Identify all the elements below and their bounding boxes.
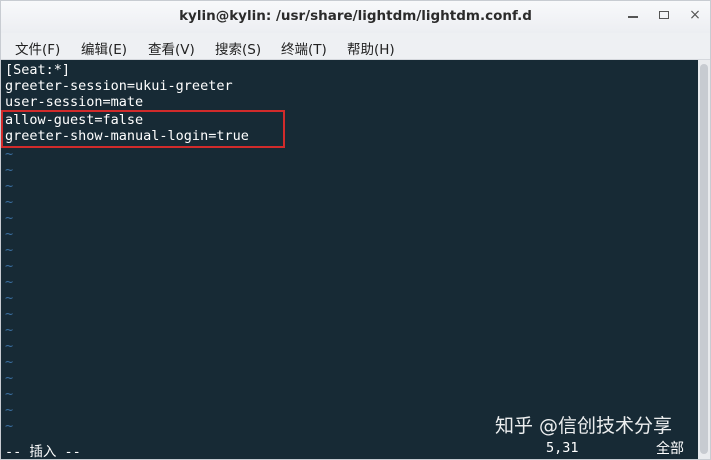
- scrollbar-thumb[interactable]: [700, 64, 708, 454]
- empty-line-tilde: ~: [5, 162, 14, 178]
- code-line-2: greeter-session=ukui-greeter: [5, 78, 233, 94]
- empty-line-tilde: ~: [5, 242, 14, 258]
- menu-bar: 文件(F) 编辑(E) 查看(V) 搜索(S) 终端(T) 帮助(H): [1, 33, 710, 60]
- window-title: kylin@kylin: /usr/share/lightdm/lightdm.…: [179, 8, 532, 24]
- empty-line-tilde: ~: [5, 210, 14, 226]
- menu-file[interactable]: 文件(F): [15, 38, 60, 58]
- empty-line-tilde: ~: [5, 370, 14, 386]
- empty-line-tilde: ~: [5, 418, 14, 434]
- minimize-icon: [628, 16, 638, 18]
- empty-line-tilde: ~: [5, 146, 14, 162]
- empty-line-tilde: ~: [5, 386, 14, 402]
- code-line-1: [Seat:*]: [5, 62, 71, 78]
- close-button[interactable]: ×: [683, 4, 707, 26]
- close-icon: ×: [689, 7, 701, 23]
- status-mode: -- 插入 --: [5, 444, 81, 459]
- vertical-scrollbar[interactable]: [698, 60, 710, 459]
- empty-line-tilde: ~: [5, 274, 14, 290]
- watermark: 知乎 @信创技术分享: [495, 415, 673, 437]
- empty-line-tilde: ~: [5, 354, 14, 370]
- empty-line-tilde: ~: [5, 338, 14, 354]
- terminal-window: kylin@kylin: /usr/share/lightdm/lightdm.…: [0, 0, 711, 460]
- terminal-area[interactable]: [Seat:*] greeter-session=ukui-greeter us…: [1, 60, 698, 459]
- status-cursor-position: 5,31: [546, 440, 579, 456]
- menu-help[interactable]: 帮助(H): [347, 38, 395, 58]
- maximize-button[interactable]: [652, 4, 676, 26]
- code-line-5: greeter-show-manual-login=true: [5, 128, 249, 144]
- menu-terminal[interactable]: 终端(T): [281, 38, 327, 58]
- empty-line-tilde: ~: [5, 194, 14, 210]
- menu-view[interactable]: 查看(V): [148, 38, 195, 58]
- empty-line-tilde: ~: [5, 290, 14, 306]
- code-line-4: allow-guest=false: [5, 112, 144, 128]
- empty-line-tilde: ~: [5, 322, 14, 338]
- empty-line-tilde: ~: [5, 306, 14, 322]
- empty-line-tilde: ~: [5, 178, 14, 194]
- menu-search[interactable]: 搜索(S): [215, 38, 261, 58]
- title-bar[interactable]: kylin@kylin: /usr/share/lightdm/lightdm.…: [1, 1, 710, 33]
- empty-line-tilde: ~: [5, 226, 14, 242]
- empty-line-tilde: ~: [5, 258, 14, 274]
- code-line-3: user-session=mate: [5, 94, 144, 110]
- minimize-button[interactable]: [621, 4, 645, 26]
- maximize-icon: [659, 11, 669, 19]
- empty-line-tilde: ~: [5, 402, 14, 418]
- menu-edit[interactable]: 编辑(E): [81, 38, 127, 58]
- status-scroll-indicator: 全部: [656, 441, 684, 457]
